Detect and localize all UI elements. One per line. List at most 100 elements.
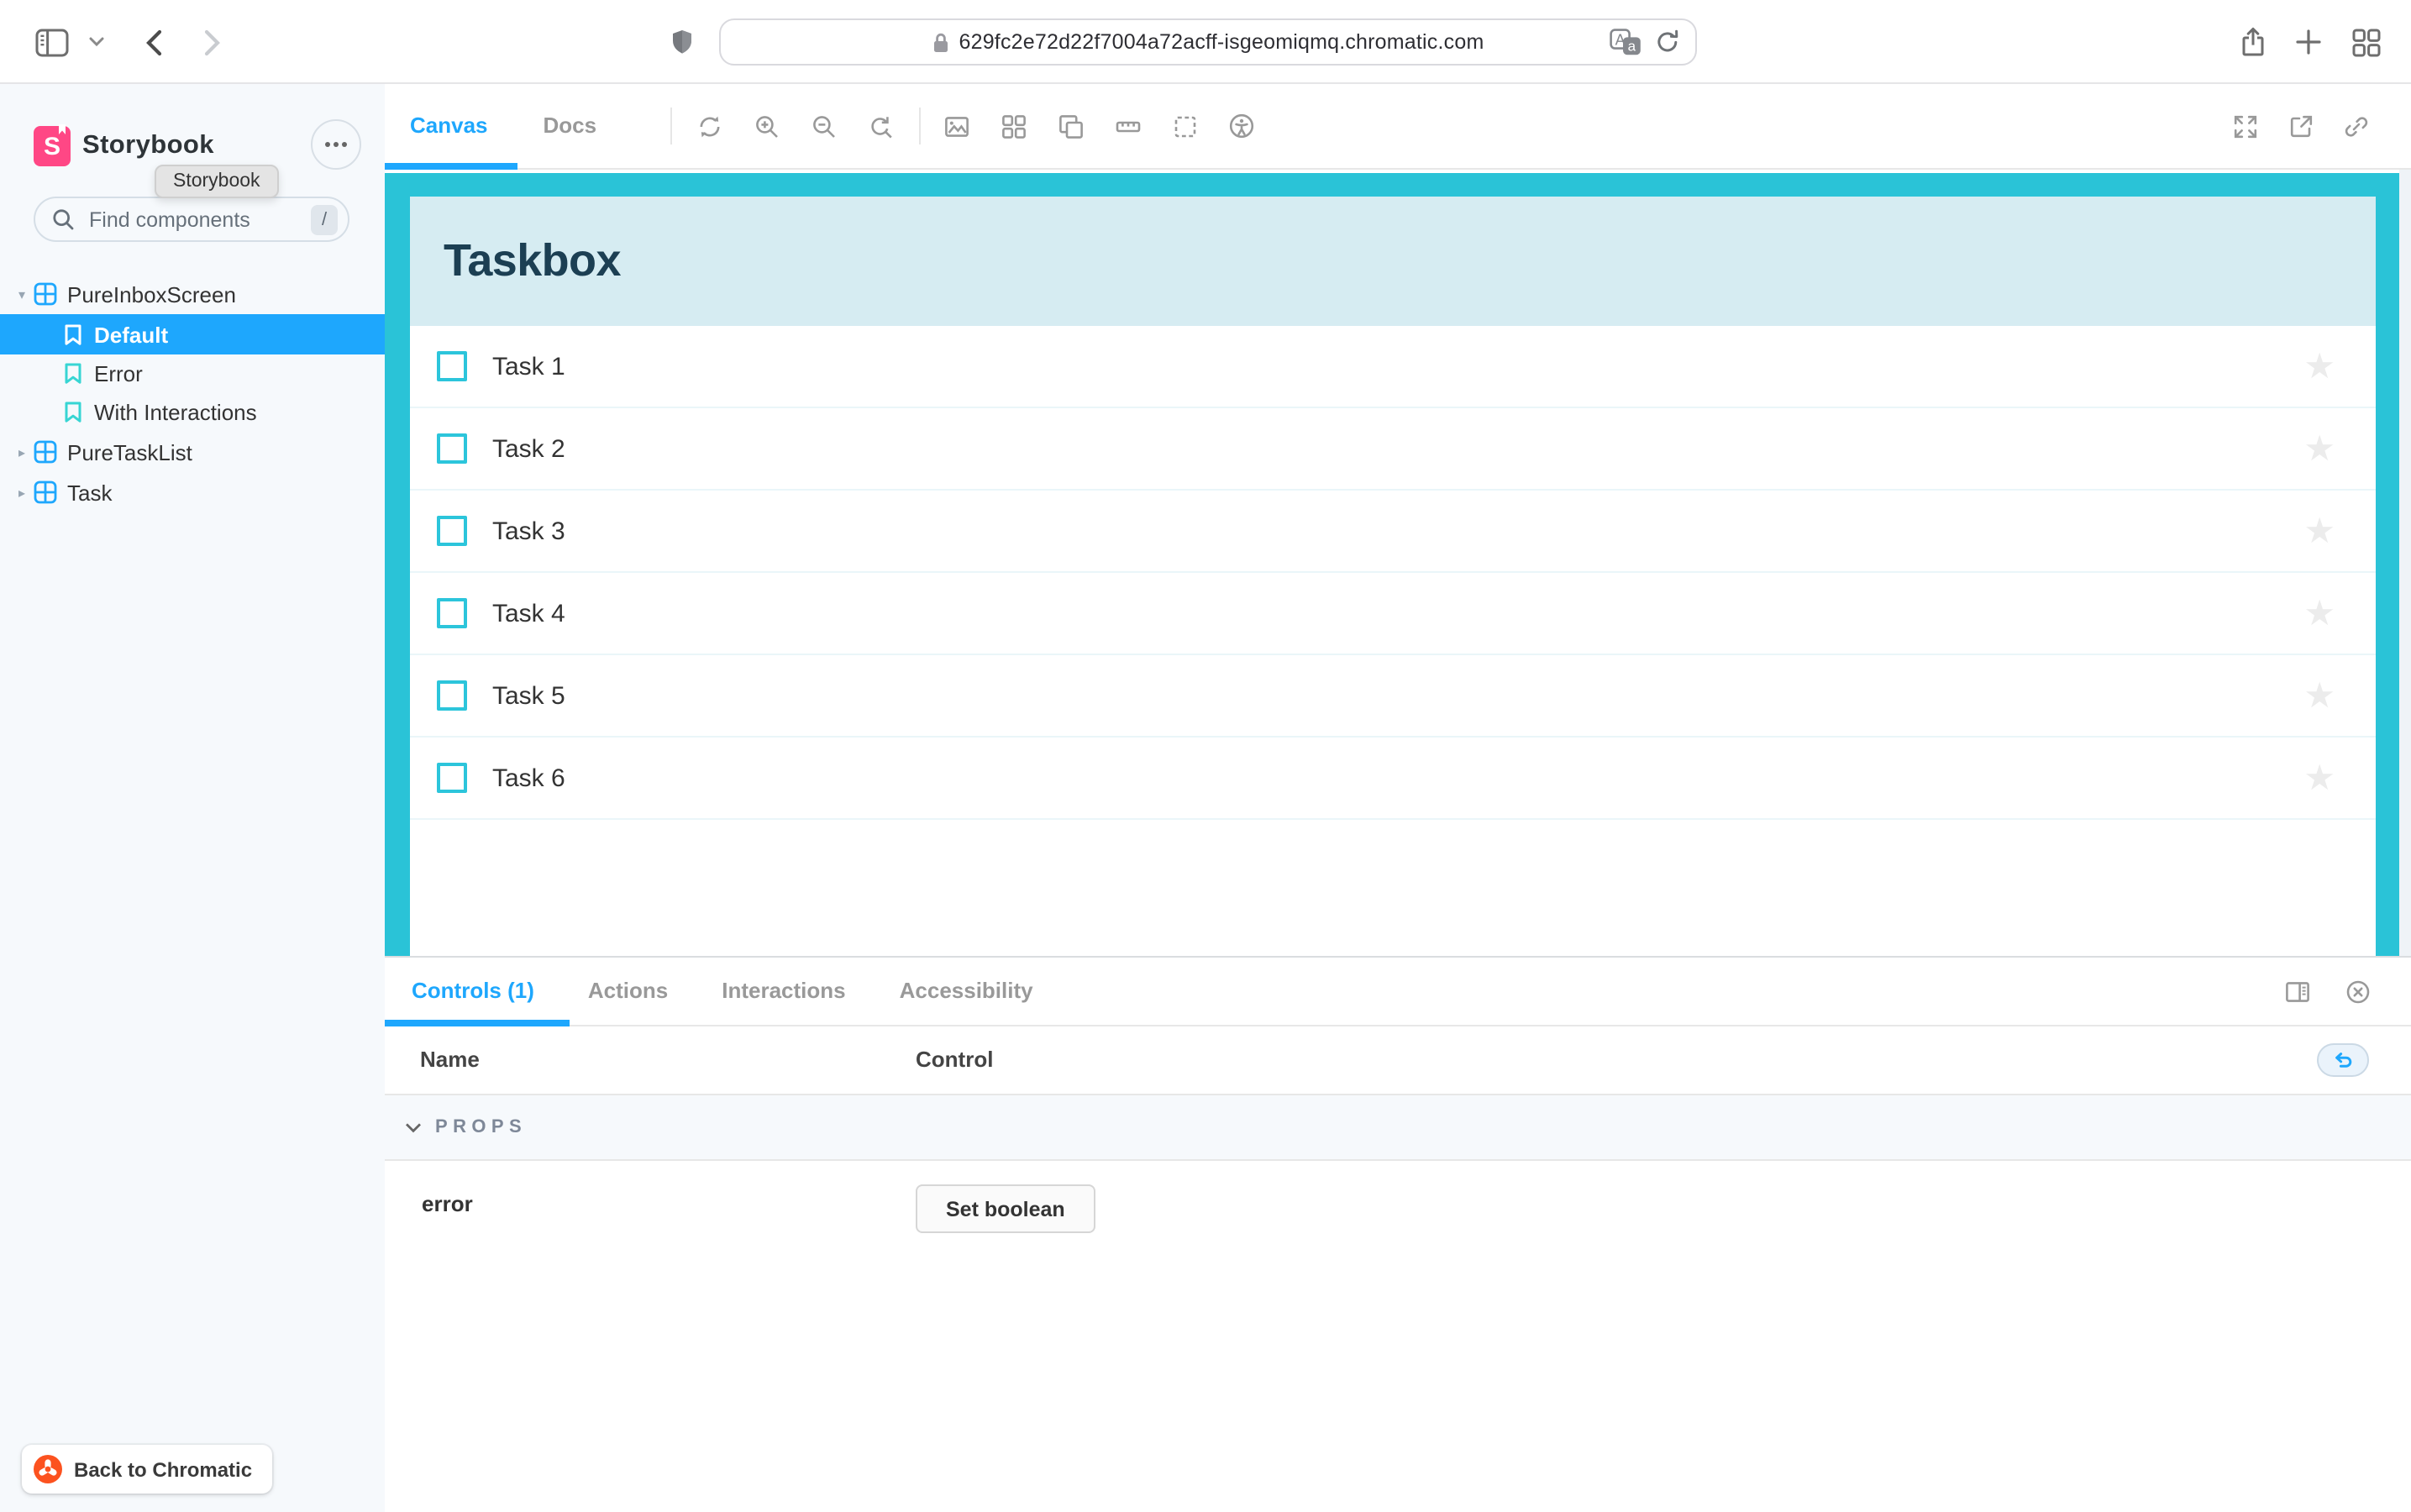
reload-button[interactable] <box>1655 29 1680 55</box>
task-label: Task 6 <box>492 764 565 792</box>
reset-controls-button[interactable] <box>2317 1043 2369 1077</box>
tab-controls[interactable]: Controls (1) <box>385 958 561 1025</box>
task-label: Task 1 <box>492 352 565 381</box>
open-external-icon <box>2290 114 2313 137</box>
browser-back-button[interactable] <box>139 0 166 84</box>
viewport-icon <box>1058 114 1082 138</box>
zoom-out-button[interactable] <box>803 92 843 160</box>
browser-privacy-shield-button[interactable] <box>665 0 699 84</box>
tree-item-puretasklist[interactable]: ▸ PureTaskList <box>0 432 385 472</box>
browser-new-tab-button[interactable] <box>2290 0 2327 84</box>
task-row: Task 4 ★ <box>410 573 2376 655</box>
undo-icon <box>2335 1052 2352 1067</box>
task-checkbox[interactable] <box>437 598 467 628</box>
browser-share-button[interactable] <box>2235 0 2272 84</box>
tree-story-default[interactable]: Default <box>0 314 385 354</box>
close-panel-button[interactable] <box>2337 958 2377 1025</box>
browser-chrome: 629fc2e72d22f7004a72acff-isgeomiqmq.chro… <box>0 0 2411 84</box>
task-checkbox[interactable] <box>437 763 467 793</box>
expander-down-icon[interactable]: ▾ <box>13 286 30 302</box>
column-header-name: Name <box>420 1047 480 1072</box>
storybook-logo-icon: S <box>34 124 71 166</box>
fullscreen-button[interactable] <box>2225 92 2266 160</box>
browser-forward-button[interactable] <box>198 0 225 84</box>
props-section-header[interactable]: PROPS <box>385 1095 2411 1161</box>
panel-position-icon <box>2285 981 2309 1001</box>
zoom-in-button[interactable] <box>746 92 786 160</box>
taskbox-title: Taskbox <box>444 235 622 286</box>
section-chevron-icon <box>406 1122 421 1132</box>
story-tree: ▾ PureInboxScreen Default Error With Int… <box>0 274 385 512</box>
browser-sidebar-toggle-button[interactable] <box>29 0 76 84</box>
storybook-app: 629fc2e72d22f7004a72acff-isgeomiqmq.chro… <box>0 0 2411 1512</box>
task-label: Task 4 <box>492 599 565 627</box>
panel-position-button[interactable] <box>2277 958 2317 1025</box>
backgrounds-button[interactable] <box>936 92 976 160</box>
copy-link-button[interactable] <box>2336 92 2377 160</box>
translate-button[interactable]: A a <box>1610 29 1641 55</box>
accessibility-vision-button[interactable] <box>1221 92 1262 160</box>
tab-actions[interactable]: Actions <box>561 958 695 1025</box>
back-to-chromatic-button[interactable]: Back to Chromatic <box>22 1445 273 1494</box>
measure-icon <box>1115 120 1140 132</box>
active-panel-tab-underline <box>385 1020 570 1026</box>
accessibility-icon <box>1229 113 1254 139</box>
tree-story-label: With Interactions <box>94 400 257 425</box>
brand-link[interactable]: S Storybook <box>34 124 214 166</box>
tab-accessibility[interactable]: Accessibility <box>873 958 1060 1025</box>
url-bar[interactable]: 629fc2e72d22f7004a72acff-isgeomiqmq.chro… <box>719 18 1697 66</box>
addon-panel-tabs: Controls (1) Actions Interactions Access… <box>385 958 2411 1026</box>
pin-star-icon[interactable]: ★ <box>2303 349 2335 384</box>
pin-star-icon[interactable]: ★ <box>2303 513 2335 549</box>
tree-item-task[interactable]: ▸ Task <box>0 472 385 512</box>
task-row: Task 1 ★ <box>410 326 2376 408</box>
toolbar-divider <box>670 108 673 144</box>
brand-title: Storybook <box>82 131 214 160</box>
reload-icon <box>1657 29 1678 52</box>
expander-right-icon[interactable]: ▸ <box>13 485 30 500</box>
story-canvas: Taskbox Task 1 ★ Task 2 ★ Task 3 ★ Task … <box>385 170 2411 956</box>
task-label: Task 3 <box>492 517 565 545</box>
pin-star-icon[interactable]: ★ <box>2303 431 2335 466</box>
measure-button[interactable] <box>1107 92 1148 160</box>
tree-story-with-interactions[interactable]: With Interactions <box>0 393 385 432</box>
arg-name: error <box>422 1191 473 1216</box>
tree-story-error[interactable]: Error <box>0 354 385 393</box>
task-checkbox[interactable] <box>437 351 467 381</box>
viewport-button[interactable] <box>1050 92 1090 160</box>
zoom-out-icon <box>812 115 835 137</box>
url-text: 629fc2e72d22f7004a72acff-isgeomiqmq.chro… <box>959 30 1484 54</box>
props-section-label: PROPS <box>435 1117 528 1137</box>
search-field[interactable]: / <box>34 197 349 242</box>
tree-item-label: Task <box>67 480 113 505</box>
browser-tab-overview-button[interactable] <box>2345 0 2386 84</box>
task-checkbox[interactable] <box>437 516 467 546</box>
grid-icon <box>1001 114 1025 138</box>
expander-right-icon[interactable]: ▸ <box>13 444 30 459</box>
tab-interactions[interactable]: Interactions <box>695 958 872 1025</box>
panel-right-icons <box>2267 958 2387 1025</box>
tab-canvas[interactable]: Canvas <box>385 84 513 168</box>
tab-docs[interactable]: Docs <box>518 84 622 168</box>
task-checkbox[interactable] <box>437 680 467 711</box>
back-arrow-icon <box>145 29 161 55</box>
browser-sidebar-dropdown-button[interactable] <box>84 0 108 84</box>
open-canvas-new-tab-button[interactable] <box>2281 92 2321 160</box>
sidebar-menu-button[interactable] <box>311 119 361 170</box>
remount-button[interactable] <box>689 92 729 160</box>
tree-item-pureinboxscreen[interactable]: ▾ PureInboxScreen <box>0 274 385 314</box>
pin-star-icon[interactable]: ★ <box>2303 596 2335 631</box>
column-header-control: Control <box>916 1047 994 1072</box>
set-boolean-button[interactable]: Set boolean <box>916 1184 1095 1233</box>
zoom-reset-button[interactable] <box>860 92 901 160</box>
pin-star-icon[interactable]: ★ <box>2303 678 2335 713</box>
task-checkbox[interactable] <box>437 433 467 464</box>
task-label: Task 2 <box>492 434 565 463</box>
svg-text:a: a <box>1628 39 1636 55</box>
pin-star-icon[interactable]: ★ <box>2303 760 2335 795</box>
search-input[interactable] <box>86 206 311 233</box>
component-icon <box>34 282 57 306</box>
plus-icon <box>2296 29 2321 55</box>
grid-button[interactable] <box>993 92 1033 160</box>
outline-button[interactable] <box>1164 92 1205 160</box>
